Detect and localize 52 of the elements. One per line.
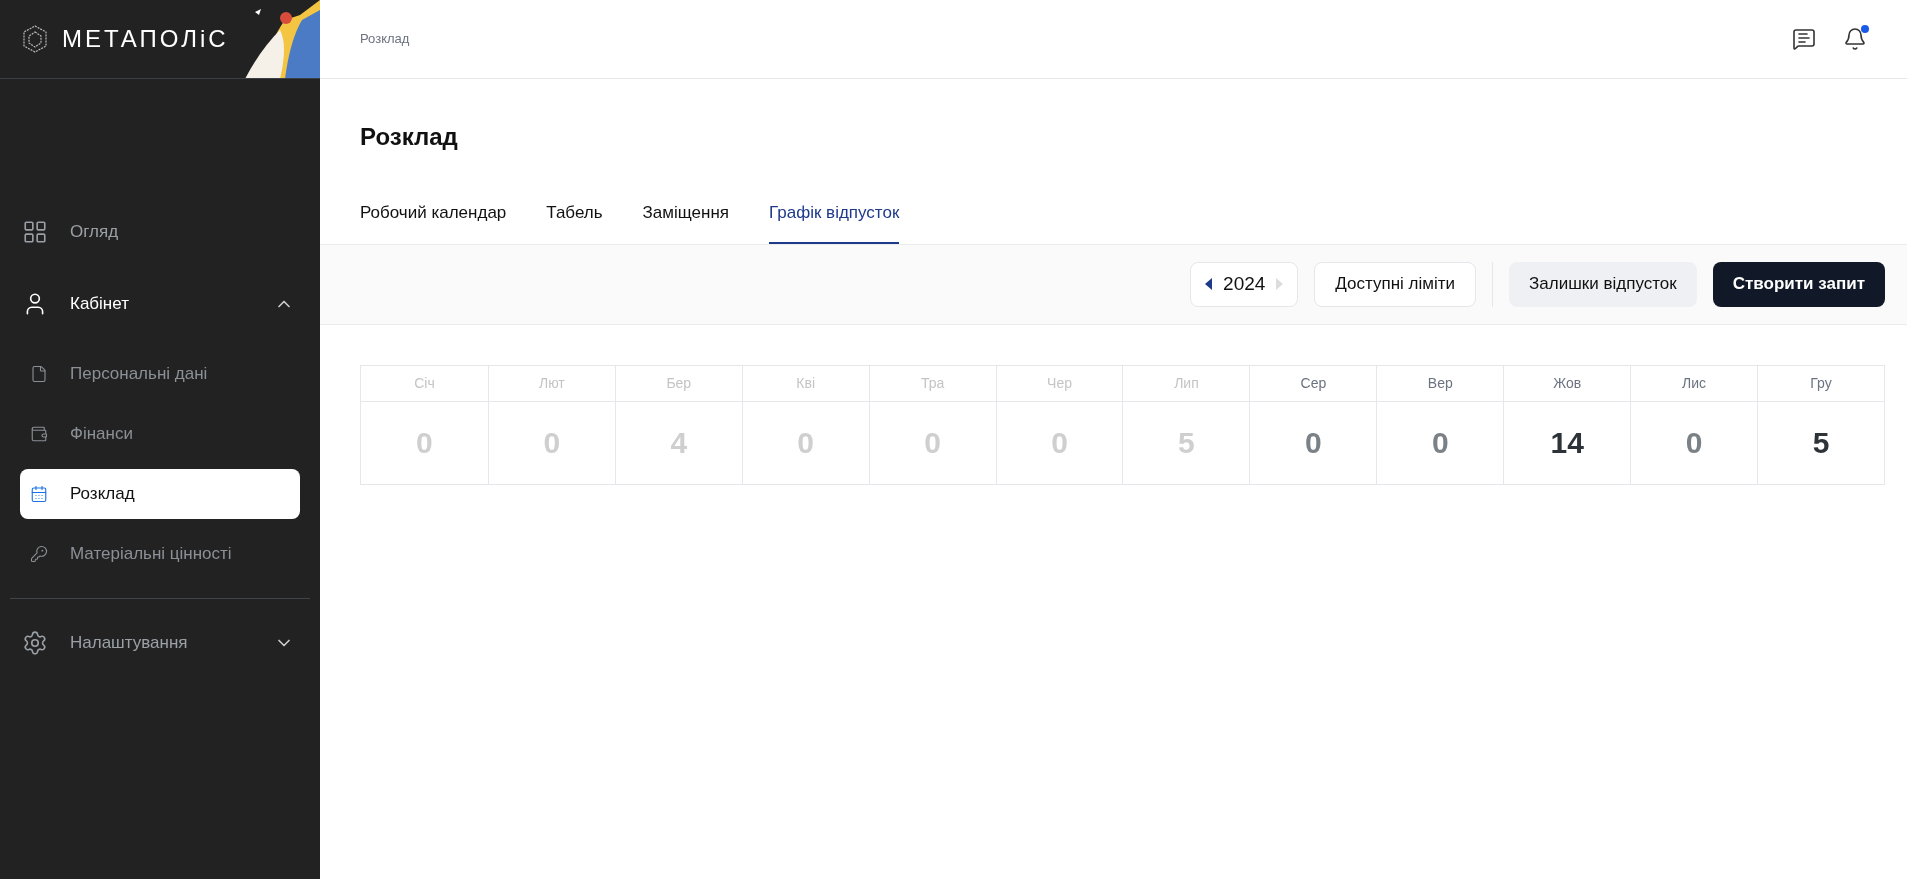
key-icon [30, 545, 48, 563]
month-header: Чер [996, 365, 1123, 402]
month-header: Гру [1758, 365, 1884, 402]
sidebar-label: Персональні дані [70, 363, 208, 386]
tab[interactable]: Табель [546, 200, 603, 244]
sidebar-label: Кабінет [70, 293, 130, 316]
month-header: Тра [869, 365, 996, 402]
sidebar-item[interactable]: Огляд [20, 202, 300, 262]
month-header: Жов [1504, 365, 1631, 402]
sidebar-item[interactable]: Кабінет [20, 274, 300, 334]
sidebar-subitem[interactable]: Фінанси [20, 409, 300, 459]
tab[interactable]: Робочий календар [360, 200, 507, 244]
month-value: 0 [1684, 425, 1704, 461]
sidebar-subitem[interactable]: Розклад [20, 469, 300, 519]
month-header: Лип [1123, 365, 1250, 402]
sidebar-subitem[interactable]: Матеріальні цінності [20, 529, 300, 579]
month-value: 14 [1549, 425, 1585, 461]
calendar-icon [30, 485, 48, 503]
toolbar-button[interactable]: Доступні ліміти [1314, 261, 1477, 307]
page-title: Розклад [360, 122, 459, 152]
month-header: Лис [1631, 365, 1758, 402]
tab[interactable]: Заміщення [642, 200, 729, 244]
wallet-icon [30, 425, 48, 443]
notification-bell-icon[interactable] [1843, 27, 1867, 51]
logo-icon [20, 24, 50, 54]
breadcrumb[interactable]: Розклад [360, 29, 1792, 49]
chat-icon[interactable] [1792, 27, 1816, 51]
year-value: 2024 [1223, 271, 1266, 296]
sidebar-label: Матеріальні цінності [70, 543, 232, 566]
sidebar-item[interactable]: Налаштування [20, 613, 300, 673]
month-value: 0 [1304, 425, 1323, 461]
sidebar-subitem[interactable]: Персональні дані [20, 349, 300, 399]
grid-icon [22, 219, 48, 245]
month-header: Кві [742, 365, 869, 402]
logo-text: МЕТАПОЛіС [62, 24, 229, 54]
month-value: 5 [1811, 425, 1831, 461]
toolbar-button[interactable]: Залишки відпусток [1509, 261, 1697, 307]
month-header: Бер [615, 365, 742, 402]
settings-icon [22, 630, 48, 656]
month-value: 0 [1430, 425, 1450, 461]
sidebar-label: Огляд [70, 221, 120, 244]
month-header: Січ [361, 365, 488, 402]
previous-icon[interactable] [1205, 278, 1214, 290]
month-header: Лют [488, 365, 615, 402]
year-picker[interactable]: 2024 [1190, 261, 1299, 307]
document-icon [30, 365, 48, 383]
month-header: Сер [1250, 365, 1377, 402]
sidebar-label: Фінанси [70, 423, 133, 446]
sidebar-label: Налаштування [70, 632, 189, 655]
sidebar-label: Розклад [70, 483, 135, 506]
toolbar-button[interactable]: Створити запит [1712, 261, 1885, 307]
month-header: Вер [1377, 365, 1504, 402]
